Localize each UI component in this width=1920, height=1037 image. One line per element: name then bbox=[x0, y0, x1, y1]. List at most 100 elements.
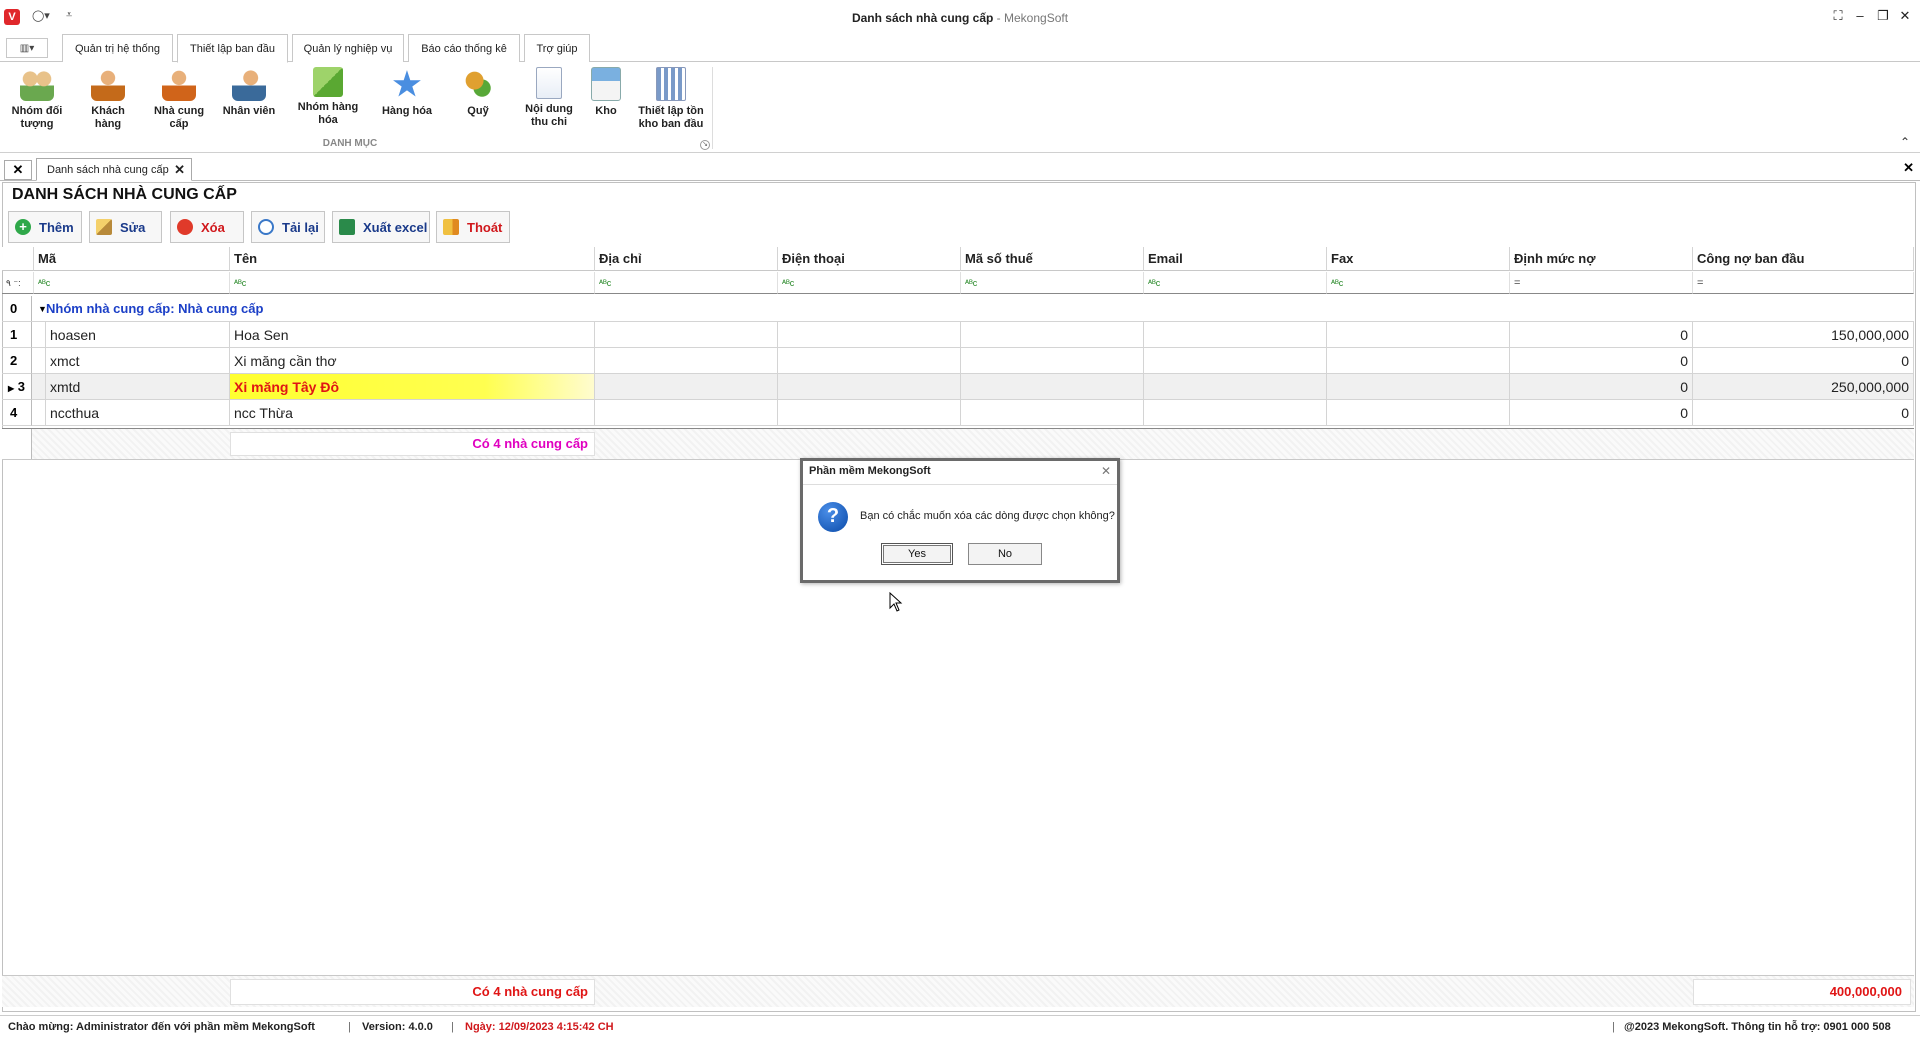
ribbon-btn-kho[interactable]: Kho bbox=[588, 67, 624, 118]
column-header-cong-no-ban-dau[interactable]: Công nợ ban đầu bbox=[1693, 247, 1914, 271]
export-excel-button[interactable]: Xuất excel bbox=[332, 211, 430, 243]
yes-button[interactable]: Yes bbox=[881, 543, 953, 565]
cell-dinh-muc-no[interactable]: 0 bbox=[1510, 374, 1693, 400]
column-header-email[interactable]: Email bbox=[1144, 247, 1327, 271]
table-row-selected[interactable]: ▶ 3 xmtd Xi măng Tây Đô 0 250,000,000 bbox=[2, 374, 1914, 400]
group-launcher-icon[interactable]: ↘ bbox=[700, 140, 710, 150]
restore-icon[interactable]: ❐ bbox=[1873, 8, 1893, 24]
filter-cell-dien-thoai[interactable]: ᴬᴮc bbox=[778, 272, 961, 294]
close-window-icon[interactable]: ✕ bbox=[1895, 8, 1915, 24]
group-row[interactable]: 0 ▼ Nhóm nhà cung cấp: Nhà cung cấp bbox=[2, 296, 1914, 322]
cell-ten[interactable]: Xi măng Tây Đô bbox=[230, 374, 595, 400]
ribbon-btn-nha-cung-cap[interactable]: Nhà cung cấp bbox=[148, 67, 210, 131]
column-header-dinh-muc-no[interactable]: Định mức nợ bbox=[1510, 247, 1693, 271]
ribbon-btn-thiet-lap-ton-kho[interactable]: Thiết lập tồn kho ban đầu bbox=[632, 67, 710, 131]
cell-ma-so-thue[interactable] bbox=[961, 400, 1144, 426]
filter-cell-dia-chi[interactable]: ᴬᴮc bbox=[595, 272, 778, 294]
table-row[interactable]: 2 xmct Xi măng cần thơ 0 0 bbox=[2, 348, 1914, 374]
delete-button[interactable]: Xóa bbox=[170, 211, 244, 243]
cell-ten[interactable]: Xi măng cần thơ bbox=[230, 348, 595, 374]
cell-ten[interactable]: Hoa Sen bbox=[230, 322, 595, 348]
close-document-icon[interactable]: ✕ bbox=[1903, 160, 1914, 176]
cell-cong-no[interactable]: 0 bbox=[1693, 348, 1914, 374]
cell-dia-chi[interactable] bbox=[595, 400, 778, 426]
collapse-ribbon-icon[interactable]: ⌃ bbox=[1900, 135, 1910, 149]
app-menu-button[interactable]: ▥▾ bbox=[6, 38, 48, 58]
cell-dia-chi[interactable] bbox=[595, 348, 778, 374]
cell-ten[interactable]: ncc Thừa bbox=[230, 400, 595, 426]
tab-tro-giup[interactable]: Trợ giúp bbox=[524, 34, 590, 62]
reload-button[interactable]: Tải lại bbox=[251, 211, 325, 243]
dialog-close-icon[interactable]: ✕ bbox=[1101, 464, 1111, 478]
table-row[interactable]: 1 hoasen Hoa Sen 0 150,000,000 bbox=[2, 322, 1914, 348]
cell-ma[interactable]: nccthua bbox=[46, 400, 230, 426]
cell-dien-thoai[interactable] bbox=[778, 348, 961, 374]
fullscreen-icon[interactable]: ⛶ bbox=[1828, 8, 1848, 24]
window-title-separator: - bbox=[993, 11, 1004, 25]
close-tab-icon[interactable]: ✕ bbox=[174, 159, 185, 181]
ribbon-btn-khach-hang[interactable]: Khách hàng bbox=[80, 67, 136, 131]
document-tab[interactable]: Danh sách nhà cung cấp ✕ bbox=[36, 158, 192, 181]
add-button[interactable]: + Thêm bbox=[8, 211, 82, 243]
no-button[interactable]: No bbox=[968, 543, 1042, 565]
tab-bao-cao-thong-ke[interactable]: Báo cáo thống kê bbox=[408, 34, 520, 62]
tab-quan-tri-he-thong[interactable]: Quản trị hệ thống bbox=[62, 34, 173, 62]
column-header-ma[interactable]: Mã bbox=[34, 247, 230, 271]
grid-header-corner[interactable] bbox=[2, 247, 34, 271]
filter-cell-dinh-muc-no[interactable]: = bbox=[1510, 272, 1693, 294]
row-number: 1 bbox=[2, 322, 32, 348]
minimize-icon[interactable]: – bbox=[1850, 8, 1870, 23]
cell-ma[interactable]: hoasen bbox=[46, 322, 230, 348]
column-header-ma-so-thue[interactable]: Mã số thuế bbox=[961, 247, 1144, 271]
filter-cell-fax[interactable]: ᴬᴮc bbox=[1327, 272, 1510, 294]
cell-fax[interactable] bbox=[1327, 400, 1510, 426]
cell-dinh-muc-no[interactable]: 0 bbox=[1510, 400, 1693, 426]
tab-thiet-lap-ban-dau[interactable]: Thiết lập ban đầu bbox=[177, 34, 288, 63]
filter-cell-ma[interactable]: ᴬᴮc bbox=[34, 272, 230, 294]
cell-ma-so-thue[interactable] bbox=[961, 374, 1144, 400]
exit-button[interactable]: Thoát bbox=[436, 211, 510, 243]
column-header-fax[interactable]: Fax bbox=[1327, 247, 1510, 271]
ribbon-btn-nhom-hang-hoa[interactable]: Nhóm hàng hóa bbox=[292, 67, 364, 127]
cell-dia-chi[interactable] bbox=[595, 374, 778, 400]
ribbon-label: Kho bbox=[595, 105, 617, 117]
ribbon-btn-hang-hoa[interactable]: ★ Hàng hóa bbox=[376, 67, 438, 118]
cell-ma[interactable]: xmct bbox=[46, 348, 230, 374]
table-row[interactable]: 4 nccthua ncc Thừa 0 0 bbox=[2, 400, 1914, 426]
cell-email[interactable] bbox=[1144, 322, 1327, 348]
cell-dien-thoai[interactable] bbox=[778, 400, 961, 426]
filter-row-icon[interactable]: ٩ ⁻: bbox=[2, 272, 34, 294]
cell-email[interactable] bbox=[1144, 374, 1327, 400]
cell-dien-thoai[interactable] bbox=[778, 322, 961, 348]
filter-cell-email[interactable]: ᴬᴮc bbox=[1144, 272, 1327, 294]
column-header-ten[interactable]: Tên bbox=[230, 247, 595, 271]
column-header-dia-chi[interactable]: Địa chỉ bbox=[595, 247, 778, 271]
cell-dia-chi[interactable] bbox=[595, 322, 778, 348]
cell-fax[interactable] bbox=[1327, 348, 1510, 374]
cell-fax[interactable] bbox=[1327, 374, 1510, 400]
ribbon-btn-nhan-vien[interactable]: Nhân viên bbox=[218, 67, 280, 118]
cell-cong-no[interactable]: 0 bbox=[1693, 400, 1914, 426]
cell-ma[interactable]: xmtd bbox=[46, 374, 230, 400]
cell-email[interactable] bbox=[1144, 348, 1327, 374]
cell-dien-thoai[interactable] bbox=[778, 374, 961, 400]
filter-cell-ma-so-thue[interactable]: ᴬᴮc bbox=[961, 272, 1144, 294]
edit-button[interactable]: Sửa bbox=[89, 211, 162, 243]
cell-dinh-muc-no[interactable]: 0 bbox=[1510, 322, 1693, 348]
filter-cell-cong-no[interactable]: = bbox=[1693, 272, 1914, 294]
cell-fax[interactable] bbox=[1327, 322, 1510, 348]
cell-ma-so-thue[interactable] bbox=[961, 348, 1144, 374]
cell-cong-no[interactable]: 250,000,000 bbox=[1693, 374, 1914, 400]
ribbon-btn-noi-dung-thu-chi[interactable]: Nội dung thu chi bbox=[518, 67, 580, 129]
cell-email[interactable] bbox=[1144, 400, 1327, 426]
filter-cell-ten[interactable]: ᴬᴮc bbox=[230, 272, 595, 294]
tab-quan-ly-nghiep-vu[interactable]: Quản lý nghiệp vụ bbox=[292, 34, 404, 62]
close-all-tabs-button[interactable]: ✕ bbox=[4, 160, 32, 180]
cell-ma-so-thue[interactable] bbox=[961, 322, 1144, 348]
cell-dinh-muc-no[interactable]: 0 bbox=[1510, 348, 1693, 374]
column-header-dien-thoai[interactable]: Điện thoại bbox=[778, 247, 961, 271]
group-summary-count: Có 4 nhà cung cấp bbox=[230, 432, 595, 456]
cell-cong-no[interactable]: 150,000,000 bbox=[1693, 322, 1914, 348]
ribbon-btn-quy[interactable]: Quỹ bbox=[454, 67, 502, 118]
ribbon-btn-nhom-doi-tuong[interactable]: Nhóm đối tượng bbox=[6, 67, 68, 131]
